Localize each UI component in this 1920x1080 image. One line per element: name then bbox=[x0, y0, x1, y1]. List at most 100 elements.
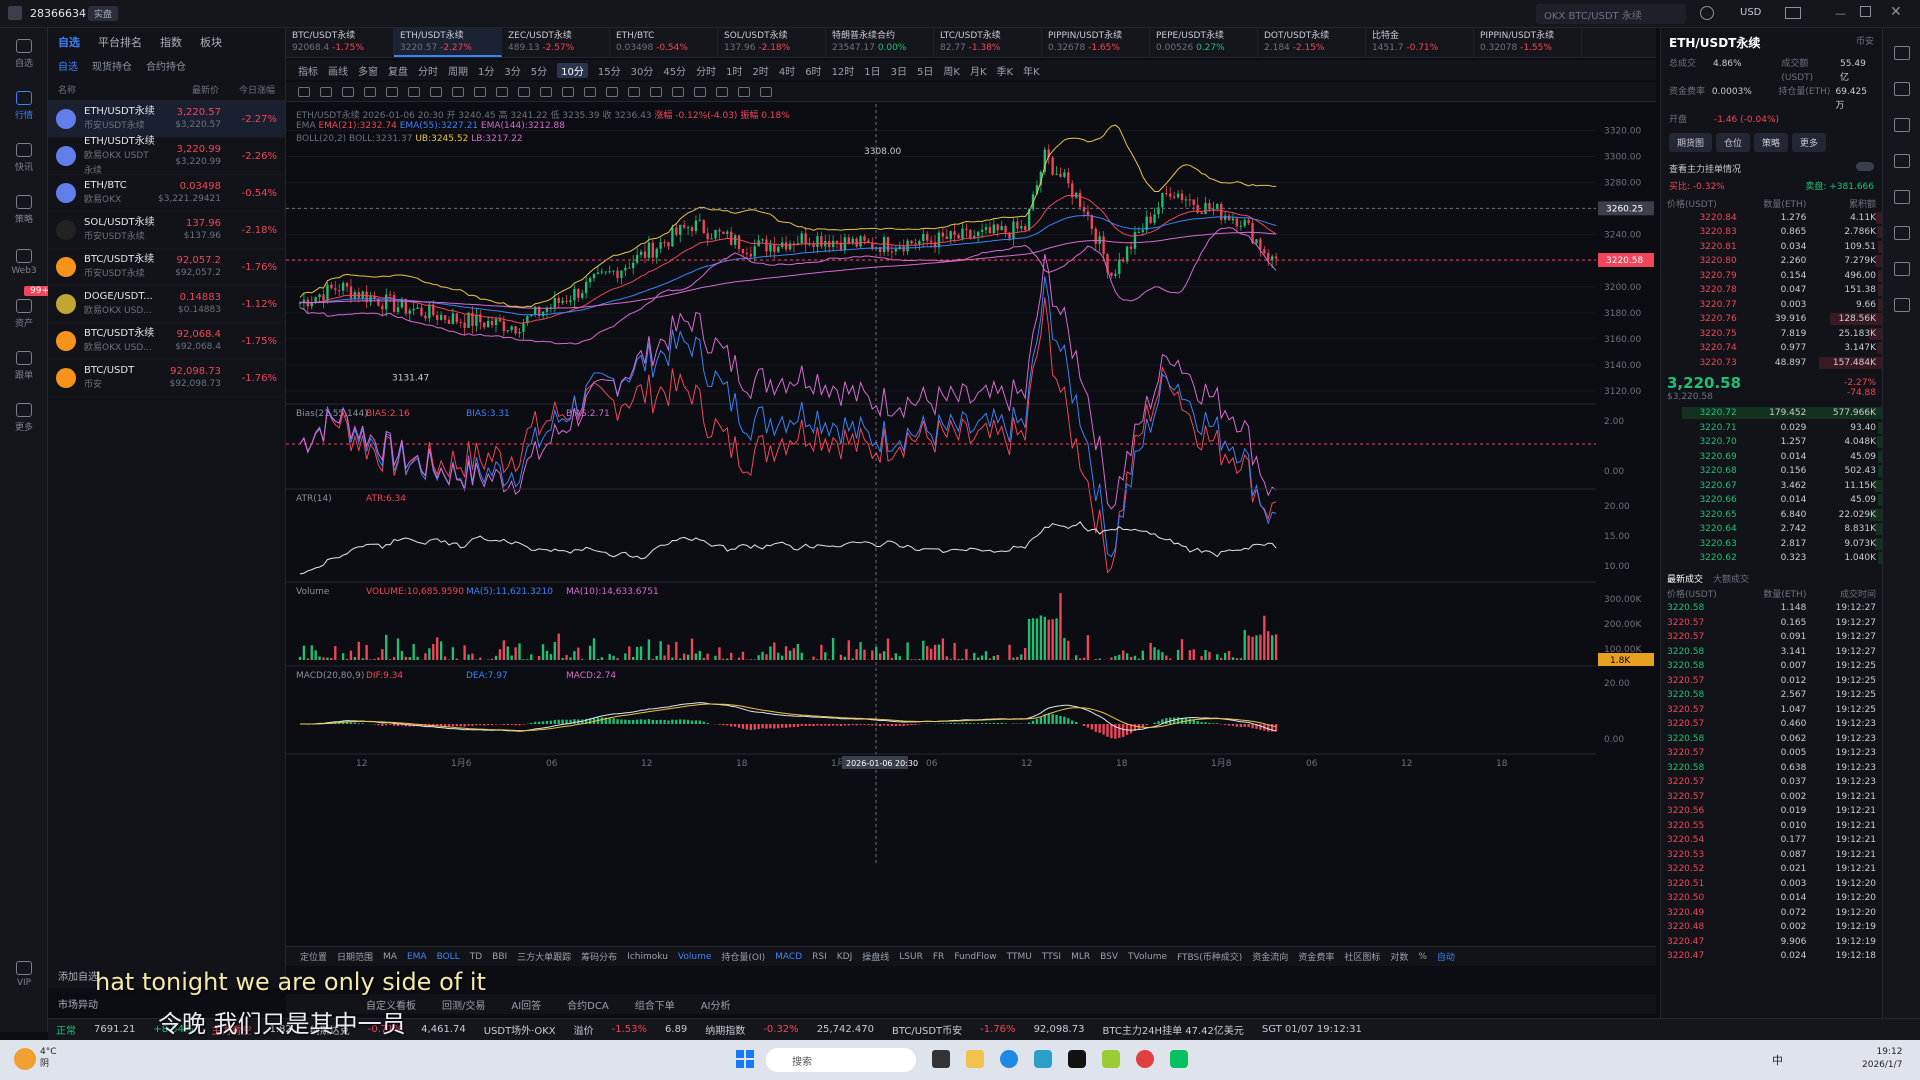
rail-item-3[interactable]: 策略 bbox=[0, 184, 48, 236]
toolbar-item-25[interactable]: 年K bbox=[1023, 63, 1040, 78]
indicator-toggle-19[interactable]: TTMU bbox=[1007, 952, 1032, 962]
toolbar-item-15[interactable]: 2时 bbox=[752, 63, 768, 78]
toggle-switch[interactable] bbox=[1856, 162, 1874, 171]
file-explorer-icon[interactable] bbox=[966, 1050, 984, 1068]
bids-row[interactable]: 3220.62 0.323 1.040K bbox=[1661, 551, 1882, 566]
terminal-icon[interactable] bbox=[1068, 1050, 1086, 1068]
right-rail-icon-7[interactable] bbox=[1893, 298, 1910, 312]
draw-tool-icon-3[interactable] bbox=[364, 86, 376, 97]
draw-tool-icon-8[interactable] bbox=[474, 86, 486, 97]
notification-icon[interactable] bbox=[1700, 6, 1714, 20]
watchlist-row[interactable]: ETH/BTC 欧易OKX 0.03498 $3,221.29421 -0.54% bbox=[48, 175, 285, 212]
symbol-tab[interactable]: PIPPIN/USDT永续 0.32678 -1.65% bbox=[1042, 28, 1150, 57]
bottom-tab-4[interactable]: 组合下单 bbox=[635, 997, 675, 1012]
draw-tool-icon-21[interactable] bbox=[760, 86, 772, 97]
indicator-toggle-7[interactable]: 三方大单跟踪 bbox=[517, 950, 571, 963]
right-rail-icon-6[interactable] bbox=[1893, 262, 1910, 276]
toolbar-item-3[interactable]: 复盘 bbox=[388, 63, 408, 78]
right-rail-icon-4[interactable] bbox=[1893, 190, 1910, 204]
indicator-toggle-29[interactable]: % bbox=[1418, 952, 1427, 962]
indicator-toggle-20[interactable]: TTSI bbox=[1042, 952, 1061, 962]
watchlist-row[interactable]: BTC/USDT永续 欧易OKX USD... 92,068.4 $92,068.4 -… bbox=[48, 323, 285, 360]
toolbar-item-13[interactable]: 分时 bbox=[696, 63, 716, 78]
col-name[interactable]: 名称 bbox=[58, 83, 76, 96]
bottom-tab-1[interactable]: 回测/交易 bbox=[442, 997, 485, 1012]
indicator-toggle-15[interactable]: 操盘线 bbox=[862, 950, 889, 963]
symbol-tab[interactable]: ETH/USDT永续 3220.57 -2.27% bbox=[394, 28, 502, 57]
search-input[interactable]: OKX BTC/USDT 永续 bbox=[1536, 4, 1686, 24]
draw-tool-icon-10[interactable] bbox=[518, 86, 530, 97]
right-rail-icon-1[interactable] bbox=[1893, 82, 1910, 96]
asks-row[interactable]: 3220.84 1.276 4.11K bbox=[1661, 211, 1882, 226]
rail-item-7[interactable]: 更多 bbox=[0, 392, 48, 444]
indicator-toggle-27[interactable]: 社区图标 bbox=[1344, 950, 1380, 963]
toolbar-item-14[interactable]: 1时 bbox=[726, 63, 742, 78]
symbol-tab[interactable]: SOL/USDT永续 137.96 -2.18% bbox=[718, 28, 826, 57]
toolbar-item-8[interactable]: 5分 bbox=[531, 63, 547, 78]
maximize-icon[interactable] bbox=[1860, 6, 1871, 17]
watchlist-row[interactable]: SOL/USDT永续 币安USDT永续 137.96 $137.96 -2.18% bbox=[48, 212, 285, 249]
toolbar-item-20[interactable]: 3日 bbox=[891, 63, 907, 78]
weather-widget[interactable]: 4°C 阴 bbox=[40, 1046, 57, 1070]
bids-row[interactable]: 3220.72 179.452 577.966K bbox=[1661, 406, 1882, 421]
panel-button-0[interactable]: 期货图 bbox=[1669, 133, 1713, 152]
bids-row[interactable]: 3220.69 0.014 45.09 bbox=[1661, 450, 1882, 465]
draw-tool-icon-5[interactable] bbox=[408, 86, 420, 97]
app-icon-3[interactable] bbox=[1136, 1050, 1154, 1068]
watchlist-subtab-0[interactable]: 自选 bbox=[58, 58, 78, 73]
watchlist-row[interactable]: ETH/USDT永续 欧易OKX USDT永续 3,220.99 $3,220.99 -… bbox=[48, 136, 285, 176]
watchlist-tab-1[interactable]: 平台排名 bbox=[98, 34, 142, 50]
ime-indicator[interactable]: 中 bbox=[1772, 1052, 1783, 1068]
draw-tool-icon-1[interactable] bbox=[320, 86, 332, 97]
draw-tool-icon-16[interactable] bbox=[650, 86, 662, 97]
symbol-tab[interactable]: 特朗普永续合约 23547.17 0.00% bbox=[826, 28, 934, 57]
indicator-toggle-16[interactable]: LSUR bbox=[899, 952, 923, 962]
indicator-toggle-24[interactable]: FTBS(币种成交) bbox=[1177, 950, 1242, 963]
chart-area[interactable]: ETH/USDT永续 2026-01-06 20:30 开 3240.45 高 … bbox=[286, 104, 1656, 952]
indicator-toggle-0[interactable]: 定位置 bbox=[300, 950, 327, 963]
panel-button-2[interactable]: 策略 bbox=[1754, 133, 1789, 152]
edge-icon[interactable] bbox=[1000, 1050, 1018, 1068]
indicator-toggle-12[interactable]: MACD bbox=[775, 952, 802, 962]
toolbar-item-18[interactable]: 12时 bbox=[832, 63, 855, 78]
close-icon[interactable]: ✕ bbox=[1890, 4, 1902, 20]
draw-tool-icon-4[interactable] bbox=[386, 86, 398, 97]
draw-tool-icon-18[interactable] bbox=[694, 86, 706, 97]
watchlist-row[interactable]: ETH/USDT永续 币安USDT永续 3,220.57 $3,220.57 -2.27… bbox=[48, 101, 285, 138]
watchlist-row[interactable]: BTC/USDT永续 币安USDT永续 92,057.2 $92,057.2 -1.76… bbox=[48, 249, 285, 286]
toolbar-item-12[interactable]: 45分 bbox=[663, 63, 686, 78]
symbol-tab[interactable]: ETH/BTC 0.03498 -0.54% bbox=[610, 28, 718, 57]
windows-start-icon[interactable] bbox=[736, 1050, 754, 1068]
asks-row[interactable]: 3220.78 0.047 151.38 bbox=[1661, 283, 1882, 298]
right-rail-icon-0[interactable] bbox=[1893, 46, 1910, 60]
indicator-toggle-21[interactable]: MLR bbox=[1071, 952, 1090, 962]
toolbar-item-4[interactable]: 分时 bbox=[418, 63, 438, 78]
rail-item-8[interactable]: VIP bbox=[0, 948, 48, 1000]
asks-row[interactable]: 3220.76 39.916 128.56K bbox=[1661, 312, 1882, 327]
indicator-toggle-26[interactable]: 资金费率 bbox=[1298, 950, 1334, 963]
watchlist-subtab-1[interactable]: 现货持仓 bbox=[92, 58, 132, 73]
weather-icon[interactable] bbox=[14, 1048, 36, 1070]
rail-item-1[interactable]: 行情 bbox=[0, 80, 48, 132]
asks-row[interactable]: 3220.77 0.003 9.66 bbox=[1661, 298, 1882, 313]
symbol-tab[interactable]: PIPPIN/USDT永续 0.32078 -1.55% bbox=[1474, 28, 1582, 57]
bids-row[interactable]: 3220.66 0.014 45.09 bbox=[1661, 493, 1882, 508]
indicator-toggle-25[interactable]: 资金流向 bbox=[1252, 950, 1288, 963]
toolbar-item-10[interactable]: 15分 bbox=[598, 63, 621, 78]
rail-item-0[interactable]: 自选 bbox=[0, 28, 48, 80]
indicator-toggle-8[interactable]: 筹码分布 bbox=[581, 950, 617, 963]
panel-button-3[interactable]: 更多 bbox=[1792, 133, 1827, 152]
add-watchlist-button[interactable]: 添加自选 bbox=[58, 968, 98, 983]
asks-row[interactable]: 3220.73 48.897 157.484K bbox=[1661, 356, 1882, 371]
clock[interactable]: 19:12 2026/1/7 bbox=[1862, 1046, 1902, 1072]
indicator-toggle-11[interactable]: 持仓量(OI) bbox=[721, 950, 765, 963]
rail-item-4[interactable]: Web3 bbox=[0, 236, 48, 288]
draw-tool-icon-13[interactable] bbox=[584, 86, 596, 97]
symbol-tab[interactable]: LTC/USDT永续 82.77 -1.38% bbox=[934, 28, 1042, 57]
wechat-icon[interactable] bbox=[1170, 1050, 1188, 1068]
toolbar-item-1[interactable]: 画线 bbox=[328, 63, 348, 78]
indicator-toggle-6[interactable]: BBI bbox=[492, 952, 507, 962]
toolbar-item-6[interactable]: 1分 bbox=[478, 63, 494, 78]
indicator-toggle-9[interactable]: Ichimoku bbox=[627, 952, 668, 962]
draw-tool-icon-12[interactable] bbox=[562, 86, 574, 97]
